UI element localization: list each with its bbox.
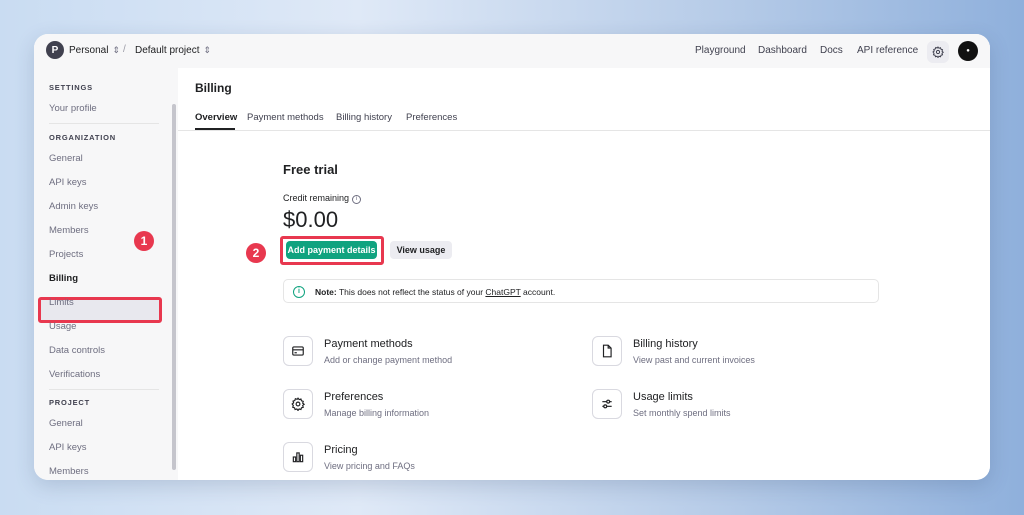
billing-history-card-title[interactable]: Billing history <box>633 338 698 350</box>
payment-methods-card-icon[interactable] <box>283 336 313 366</box>
preferences-card-desc: Manage billing information <box>324 408 430 418</box>
info-note: i Note: This does not reflect the status… <box>283 279 879 303</box>
org-avatar[interactable]: P <box>46 41 64 59</box>
chatgpt-link[interactable]: ChatGPT <box>485 287 520 297</box>
sidebar-item-limits[interactable]: Limits <box>49 297 74 308</box>
sidebar-item-admin-keys[interactable]: Admin keys <box>49 201 98 212</box>
credit-card-icon <box>292 346 304 356</box>
tab-billing-history[interactable]: Billing history <box>336 112 392 123</box>
tab-preferences[interactable]: Preferences <box>406 112 457 123</box>
org-name: Personal <box>69 45 109 56</box>
billing-history-card-desc: View past and current invoices <box>633 355 755 365</box>
sidebar-item-project-general[interactable]: General <box>49 418 83 429</box>
annotation-box-add-payment <box>280 236 384 265</box>
gear-icon <box>291 397 305 411</box>
gear-icon <box>932 46 944 58</box>
payment-methods-card-desc: Add or change payment method <box>324 355 453 365</box>
sidebar: SETTINGS Your profile ORGANIZATION Gener… <box>34 68 178 480</box>
user-avatar[interactable]: ● <box>958 41 978 61</box>
preferences-card-title[interactable]: Preferences <box>324 391 383 403</box>
project-name: Default project <box>135 45 200 56</box>
view-usage-button[interactable]: View usage <box>390 241 452 259</box>
sidebar-item-members[interactable]: Members <box>49 225 89 236</box>
document-icon <box>602 344 612 358</box>
sidebar-item-project-members[interactable]: Members <box>49 466 89 477</box>
credit-label-text: Credit remaining <box>283 193 350 203</box>
tab-overview[interactable]: Overview <box>195 112 237 123</box>
annotation-step-2: 2 <box>246 243 266 263</box>
main-content: Billing Overview Payment methods Billing… <box>178 68 990 480</box>
sidebar-item-verifications[interactable]: Verifications <box>49 369 100 380</box>
billing-history-card-icon[interactable] <box>592 336 622 366</box>
payment-methods-card-title[interactable]: Payment methods <box>324 338 413 350</box>
sidebar-divider <box>49 123 159 124</box>
tabs-divider <box>178 130 990 131</box>
sidebar-section-organization: ORGANIZATION <box>49 133 116 142</box>
sidebar-scrollbar[interactable] <box>172 104 176 470</box>
sidebar-section-project: PROJECT <box>49 398 91 407</box>
sidebar-item-projects[interactable]: Projects <box>49 249 83 260</box>
sidebar-item-general[interactable]: General <box>49 153 83 164</box>
page-title: Billing <box>195 81 232 95</box>
nav-api-reference[interactable]: API reference <box>857 45 918 56</box>
nav-playground[interactable]: Playground <box>695 45 746 56</box>
sidebar-item-project-api-keys[interactable]: API keys <box>49 442 87 453</box>
bar-chart-icon <box>292 452 304 463</box>
breadcrumb-separator: / <box>123 44 126 55</box>
sidebar-item-billing[interactable]: Billing <box>49 273 78 284</box>
info-circle-icon: i <box>293 286 305 298</box>
credit-remaining-label: Credit remaining i <box>283 193 362 204</box>
pricing-card-title[interactable]: Pricing <box>324 444 358 456</box>
app-window: P Personal ⇕ / Default project ⇕ Playgroun… <box>34 34 990 480</box>
usage-limits-card-icon[interactable] <box>592 389 622 419</box>
pricing-card-desc: View pricing and FAQs <box>324 461 415 471</box>
sidebar-item-usage[interactable]: Usage <box>49 321 76 332</box>
usage-limits-card-title[interactable]: Usage limits <box>633 391 693 403</box>
nav-docs[interactable]: Docs <box>820 45 843 56</box>
sidebar-section-settings: SETTINGS <box>49 83 93 92</box>
note-text-before: This does not reflect the status of your <box>336 287 486 297</box>
plan-title: Free trial <box>283 162 338 177</box>
sidebar-divider <box>49 389 159 390</box>
sidebar-item-api-keys[interactable]: API keys <box>49 177 87 188</box>
annotation-step-1: 1 <box>134 231 154 251</box>
chevron-updown-icon: ⇕ <box>112 45 121 55</box>
sidebar-item-your-profile[interactable]: Your profile <box>49 103 97 114</box>
note-text: Note: This does not reflect the status o… <box>315 287 555 297</box>
project-switcher[interactable]: Default project ⇕ <box>135 45 211 56</box>
sliders-icon <box>602 399 612 409</box>
tab-payment-methods[interactable]: Payment methods <box>247 112 324 123</box>
org-switcher[interactable]: Personal ⇕ <box>69 45 120 56</box>
settings-button[interactable] <box>927 41 949 63</box>
preferences-card-icon[interactable] <box>283 389 313 419</box>
note-text-after: account. <box>520 287 556 297</box>
nav-dashboard[interactable]: Dashboard <box>758 45 807 56</box>
note-bold: Note: <box>315 287 337 297</box>
info-icon[interactable]: i <box>352 195 362 204</box>
top-bar: P Personal ⇕ / Default project ⇕ Playgroun… <box>34 34 990 68</box>
pricing-card-icon[interactable] <box>283 442 313 472</box>
usage-limits-card-desc: Set monthly spend limits <box>633 408 731 418</box>
sidebar-item-data-controls[interactable]: Data controls <box>49 345 105 356</box>
credit-amount: $0.00 <box>283 207 339 232</box>
chevron-updown-icon: ⇕ <box>203 45 212 55</box>
